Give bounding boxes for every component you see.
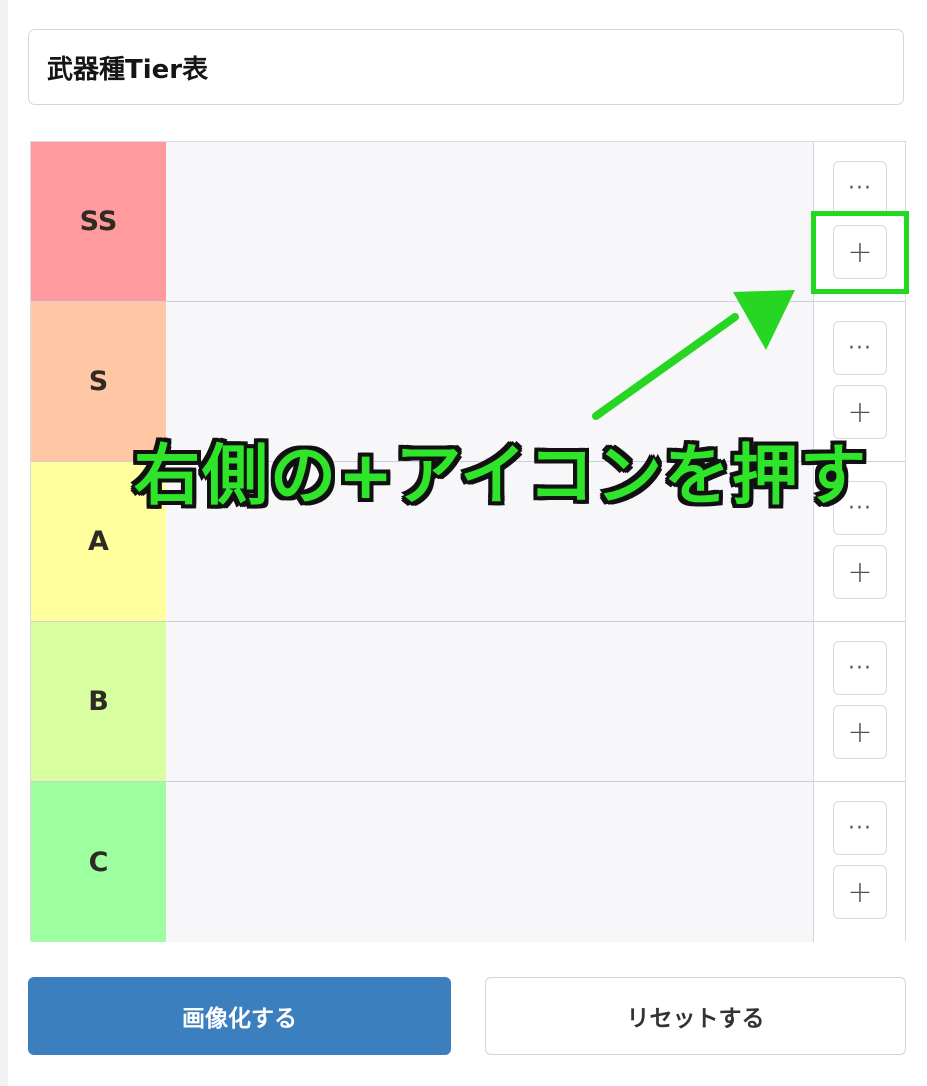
tier-list-title-input[interactable]: 武器種Tier表 bbox=[28, 29, 904, 105]
tier-controls: ··· + bbox=[814, 782, 905, 942]
export-image-button[interactable]: 画像化する bbox=[28, 977, 451, 1055]
annotation-label: 右側の+アイコンを押す bbox=[134, 437, 869, 514]
ellipsis-icon[interactable]: ··· bbox=[833, 801, 887, 855]
plus-icon[interactable]: + bbox=[833, 225, 887, 279]
tier-drop-area[interactable] bbox=[166, 782, 814, 942]
plus-icon[interactable]: + bbox=[833, 545, 887, 599]
tier-drop-area[interactable] bbox=[166, 142, 814, 301]
tier-controls: ··· + bbox=[814, 622, 905, 781]
tier-drop-area[interactable] bbox=[166, 622, 814, 781]
ellipsis-icon[interactable]: ··· bbox=[833, 161, 887, 215]
tier-row-ss: SS ··· + bbox=[31, 142, 905, 302]
tier-controls: ··· + bbox=[814, 142, 905, 301]
tier-label[interactable]: SS bbox=[31, 142, 166, 301]
reset-button[interactable]: リセットする bbox=[485, 977, 906, 1055]
tier-row-b: B ··· + bbox=[31, 622, 905, 782]
tier-label[interactable]: C bbox=[31, 782, 166, 942]
plus-icon[interactable]: + bbox=[833, 705, 887, 759]
tier-table: SS ··· + S ··· + A ··· + B ··· + C ··· + bbox=[30, 141, 906, 942]
ellipsis-icon[interactable]: ··· bbox=[833, 641, 887, 695]
plus-icon[interactable]: + bbox=[833, 865, 887, 919]
tier-row-c: C ··· + bbox=[31, 782, 905, 942]
plus-icon[interactable]: + bbox=[833, 385, 887, 439]
ellipsis-icon[interactable]: ··· bbox=[833, 321, 887, 375]
tier-label[interactable]: B bbox=[31, 622, 166, 781]
